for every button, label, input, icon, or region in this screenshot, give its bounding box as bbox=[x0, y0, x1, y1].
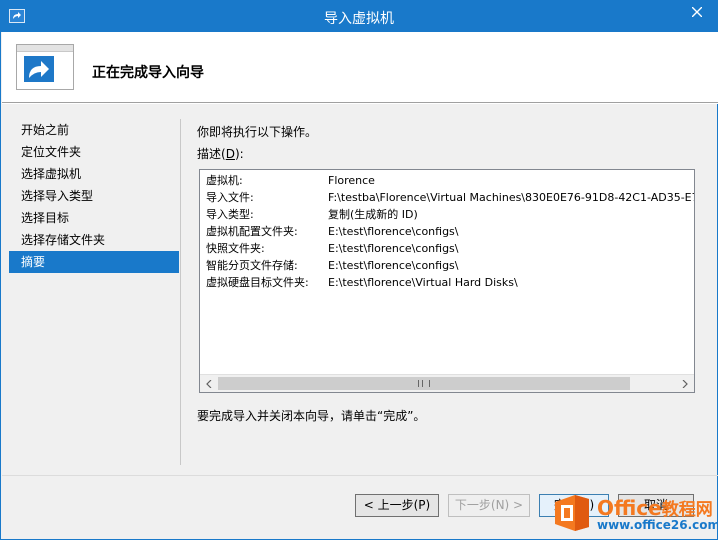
next-button[interactable]: 下一步(N) > bbox=[448, 494, 530, 517]
summary-row-paging-store: 智能分页文件存储: E:\test\florence\configs\ bbox=[206, 259, 459, 272]
scrollbar-thumb[interactable] bbox=[218, 377, 630, 390]
footer-divider bbox=[2, 475, 718, 476]
nav-item-storage-folders[interactable]: 选择存储文件夹 bbox=[9, 229, 179, 251]
close-button[interactable] bbox=[681, 2, 713, 24]
window-title: 导入虚拟机 bbox=[324, 11, 394, 27]
summary-row-import-file: 导入文件: F:\testba\Florence\Virtual Machines… bbox=[206, 191, 694, 204]
scroll-left-icon[interactable] bbox=[202, 377, 216, 390]
summary-row-snapshot-folder: 快照文件夹: E:\test\florence\configs\ bbox=[206, 242, 459, 255]
summary-row-vhd-folder: 虚拟硬盘目标文件夹: E:\test\florence\Virtual Hard … bbox=[206, 276, 518, 289]
nav-divider bbox=[180, 119, 181, 465]
description-textbox[interactable]: 虚拟机: Florence 导入文件: F:\testba\Florence\Vir… bbox=[199, 169, 695, 393]
summary-row-vm: 虚拟机: Florence bbox=[206, 174, 375, 187]
previous-button[interactable]: < 上一步(P) bbox=[355, 494, 439, 517]
nav-item-import-type[interactable]: 选择导入类型 bbox=[9, 185, 179, 207]
nav-item-destination[interactable]: 选择目标 bbox=[9, 207, 179, 229]
office26-watermark: Office教程网 www.office26.com bbox=[551, 491, 718, 537]
nav-item-select-vm[interactable]: 选择虚拟机 bbox=[9, 163, 179, 185]
office-logo-icon bbox=[551, 493, 593, 533]
intro-text: 你即将执行以下操作。 bbox=[197, 125, 318, 139]
horizontal-scrollbar[interactable] bbox=[200, 374, 694, 392]
wizard-arrow-icon bbox=[16, 44, 74, 90]
nav-item-summary[interactable]: 摘要 bbox=[9, 251, 179, 273]
watermark-url: www.office26.com bbox=[597, 518, 718, 532]
nav-item-locate-folder[interactable]: 定位文件夹 bbox=[9, 141, 179, 163]
summary-row-import-type: 导入类型: 复制(生成新的 ID) bbox=[206, 208, 418, 221]
wizard-nav: 开始之前 定位文件夹 选择虚拟机 选择导入类型 选择目标 选择存储文件夹 摘要 bbox=[9, 119, 179, 273]
nav-item-before-you-begin[interactable]: 开始之前 bbox=[9, 119, 179, 141]
page-heading: 正在完成导入向导 bbox=[92, 65, 204, 81]
description-label: 描述(D): bbox=[197, 147, 244, 161]
finish-instruction: 要完成导入并关闭本向导，请单击“完成”。 bbox=[197, 409, 426, 423]
wizard-header: 正在完成导入向导 bbox=[2, 32, 718, 102]
scroll-right-icon[interactable] bbox=[678, 377, 692, 390]
title-bar: 导入虚拟机 bbox=[1, 1, 717, 32]
close-icon bbox=[691, 6, 703, 20]
summary-row-config-folder: 虚拟机配置文件夹: E:\test\florence\configs\ bbox=[206, 225, 459, 238]
watermark-brand: Office教程网 bbox=[597, 496, 713, 520]
import-vm-wizard-window: 导入虚拟机 正在完成导入向导 开始之前 定位文件夹 选择虚拟机 选择导入类型 选… bbox=[0, 0, 718, 540]
